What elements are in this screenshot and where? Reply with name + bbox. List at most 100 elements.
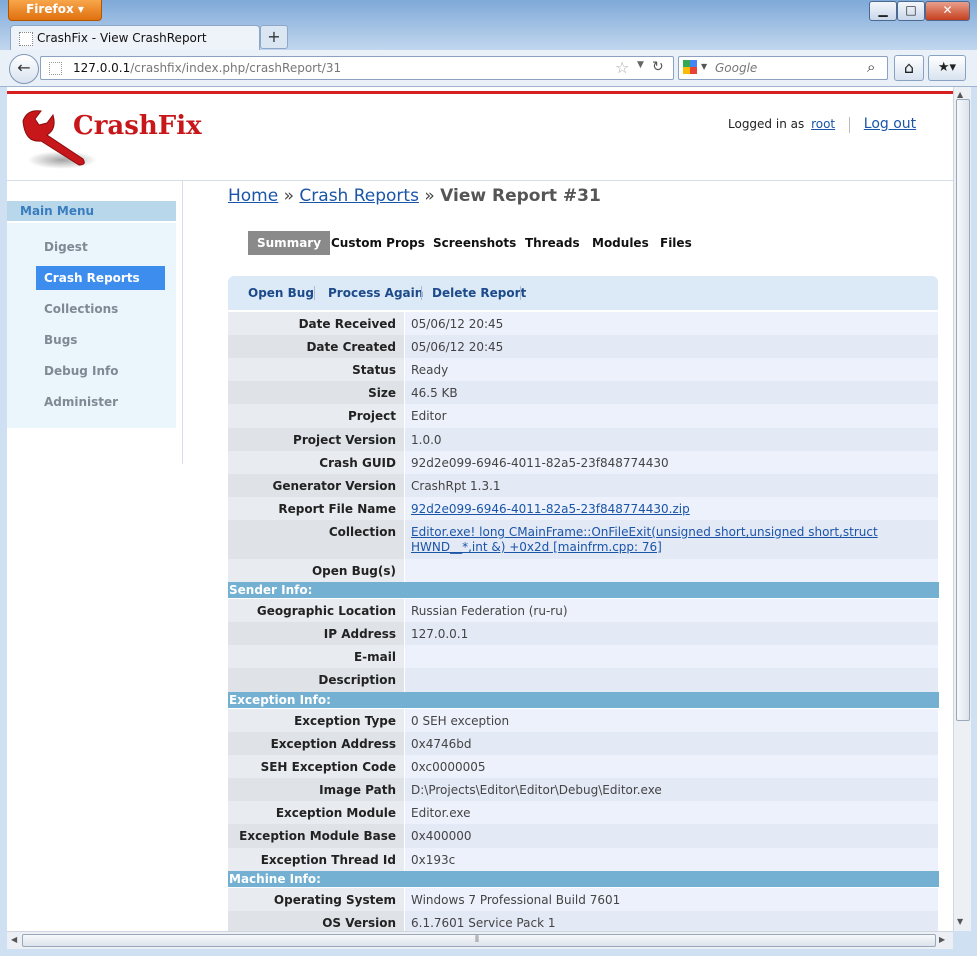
field-label: SEH Exception Code bbox=[228, 755, 404, 778]
table-row: Exception Thread Id 0x193c bbox=[228, 848, 938, 872]
minimize-button[interactable]: ▁ bbox=[869, 1, 897, 21]
table-row: Image Path D:\Projects\Editor\Editor\Debu… bbox=[228, 778, 938, 802]
sidebar-item-debug-info[interactable]: Debug Info bbox=[36, 359, 165, 383]
field-label: Date Created bbox=[228, 335, 404, 358]
crashfix-logo[interactable]: CrashFix bbox=[17, 107, 202, 177]
table-row: Size 46.5 KB bbox=[228, 381, 938, 405]
home-button[interactable]: ⌂ bbox=[894, 55, 924, 81]
url-host: 127.0.0.1 bbox=[73, 61, 131, 75]
sidebar-item-digest[interactable]: Digest bbox=[36, 235, 165, 259]
field-value: 46.5 KB bbox=[405, 381, 938, 404]
navigation-toolbar: ← 127.0.0.1/crashfix/index.php/crashRepo… bbox=[0, 50, 977, 87]
user-box: Logged in as root Log out bbox=[728, 116, 916, 133]
field-value: 1.0.0 bbox=[405, 428, 938, 451]
scroll-right-icon[interactable]: ▶ bbox=[939, 935, 945, 944]
search-icon[interactable]: ⌕ bbox=[867, 58, 875, 76]
field-value bbox=[405, 668, 938, 692]
field-value: D:\Projects\Editor\Editor\Debug\Editor.e… bbox=[405, 778, 938, 801]
collection-link[interactable]: Editor.exe! long CMainFrame::OnFileExit(… bbox=[411, 525, 878, 554]
sidebar: Main Menu Digest Crash Reports Collectio… bbox=[7, 181, 183, 464]
new-tab-button[interactable]: + bbox=[260, 25, 288, 49]
table-row: Project Version 1.0.0 bbox=[228, 428, 938, 452]
field-value: 05/06/12 20:45 bbox=[405, 312, 938, 335]
field-label: Crash GUID bbox=[228, 451, 404, 474]
page-favicon-icon bbox=[19, 32, 33, 46]
tab-modules[interactable]: Modules bbox=[583, 231, 658, 255]
tab-summary[interactable]: Summary bbox=[248, 231, 331, 255]
horizontal-scrollbar[interactable]: ◀ ⦀ ▶ bbox=[7, 931, 953, 949]
scroll-left-icon[interactable]: ◀ bbox=[11, 935, 17, 944]
field-label: Project Version bbox=[228, 428, 404, 451]
logged-in-label: Logged in as bbox=[728, 117, 805, 131]
field-label: Project bbox=[228, 404, 404, 428]
back-button[interactable]: ← bbox=[9, 54, 39, 84]
delete-report-button[interactable]: Delete Report bbox=[432, 286, 526, 300]
table-row: Generator Version CrashRpt 1.3.1 bbox=[228, 474, 938, 498]
browser-tab[interactable]: CrashFix - View CrashReport bbox=[10, 25, 260, 52]
table-row: E-mail bbox=[228, 645, 938, 669]
user-box-divider bbox=[848, 116, 850, 133]
table-row: Operating System Windows 7 Professional B… bbox=[228, 888, 938, 912]
table-row: OS Version 6.1.7601 Service Pack 1 bbox=[228, 911, 938, 931]
google-icon[interactable] bbox=[683, 60, 697, 74]
action-bar: Open Bug Process Again Delete Report bbox=[228, 276, 938, 310]
table-row: SEH Exception Code 0xc0000005 bbox=[228, 755, 938, 779]
field-value: 92d2e099-6946-4011-82a5-23f848774430.zip bbox=[405, 497, 938, 520]
main-menu-title: Main Menu bbox=[7, 201, 176, 221]
maximize-button[interactable]: □ bbox=[897, 1, 925, 21]
table-row: Description bbox=[228, 668, 938, 693]
username-link[interactable]: root bbox=[811, 117, 835, 131]
field-value: CrashRpt 1.3.1 bbox=[405, 474, 938, 497]
horizontal-scroll-thumb[interactable]: ⦀ bbox=[22, 934, 936, 947]
vertical-scrollbar[interactable]: ▲ ▼ bbox=[953, 87, 971, 931]
scroll-grip-icon: ⦀ bbox=[475, 935, 479, 945]
table-row: Project Editor bbox=[228, 404, 938, 429]
scroll-up-icon[interactable]: ▲ bbox=[957, 90, 963, 99]
tab-threads[interactable]: Threads bbox=[516, 231, 589, 255]
close-window-button[interactable]: ✕ bbox=[925, 1, 970, 21]
tab-custom-props[interactable]: Custom Props bbox=[322, 231, 434, 255]
field-label: Exception Module bbox=[228, 801, 404, 824]
field-label: Image Path bbox=[228, 778, 404, 801]
bookmark-star-icon[interactable]: ☆ bbox=[615, 58, 629, 77]
logout-link[interactable]: Log out bbox=[864, 116, 916, 132]
home-icon: ⌂ bbox=[903, 58, 915, 77]
field-label: IP Address bbox=[228, 622, 404, 645]
breadcrumb-crash-reports[interactable]: Crash Reports bbox=[299, 186, 419, 206]
tab-files[interactable]: Files bbox=[651, 231, 701, 255]
reload-icon[interactable]: ↻ bbox=[652, 59, 664, 75]
table-row: Date Created 05/06/12 20:45 bbox=[228, 335, 938, 359]
scroll-down-icon[interactable]: ▼ bbox=[957, 917, 963, 926]
firefox-menu-button[interactable]: Firefox ▾ bbox=[8, 0, 102, 21]
url-history-dropdown-icon[interactable]: ▼ bbox=[637, 60, 644, 70]
field-value: 92d2e099-6946-4011-82a5-23f848774430 bbox=[405, 451, 938, 474]
table-row: Geographic Location Russian Federation (r… bbox=[228, 599, 938, 623]
breadcrumb-home[interactable]: Home bbox=[228, 186, 278, 206]
url-bar[interactable]: 127.0.0.1/crashfix/index.php/crashReport… bbox=[40, 56, 674, 80]
field-label: Geographic Location bbox=[228, 599, 404, 622]
process-again-button[interactable]: Process Again bbox=[328, 286, 423, 300]
field-label: Exception Type bbox=[228, 709, 404, 732]
browser-tab-title: CrashFix - View CrashReport bbox=[37, 31, 207, 45]
search-input[interactable]: Google bbox=[715, 61, 757, 75]
table-row: IP Address 127.0.0.1 bbox=[228, 622, 938, 646]
report-file-link[interactable]: 92d2e099-6946-4011-82a5-23f848774430.zip bbox=[411, 502, 690, 516]
url-favicon-icon bbox=[49, 62, 62, 75]
sidebar-item-administer[interactable]: Administer bbox=[36, 390, 165, 414]
breadcrumb-separator: » bbox=[424, 186, 435, 206]
page-title: View Report #31 bbox=[440, 186, 601, 206]
vertical-scroll-thumb[interactable] bbox=[956, 99, 970, 721]
open-bug-button[interactable]: Open Bug bbox=[248, 286, 314, 300]
bookmarks-icon: ★▾ bbox=[937, 60, 957, 75]
sidebar-item-crash-reports[interactable]: Crash Reports bbox=[36, 266, 165, 290]
field-value bbox=[405, 559, 938, 582]
sidebar-item-bugs[interactable]: Bugs bbox=[36, 328, 165, 352]
sidebar-item-collections[interactable]: Collections bbox=[36, 297, 165, 321]
tab-screenshots[interactable]: Screenshots bbox=[424, 231, 525, 255]
search-bar[interactable]: ▼ Google ⌕ bbox=[678, 56, 888, 80]
url-text[interactable]: 127.0.0.1/crashfix/index.php/crashReport… bbox=[73, 61, 341, 75]
field-label: Exception Address bbox=[228, 732, 404, 755]
bookmarks-button[interactable]: ★▾ bbox=[928, 55, 966, 81]
search-engine-dropdown-icon[interactable]: ▼ bbox=[701, 62, 707, 71]
field-value: 05/06/12 20:45 bbox=[405, 335, 938, 358]
